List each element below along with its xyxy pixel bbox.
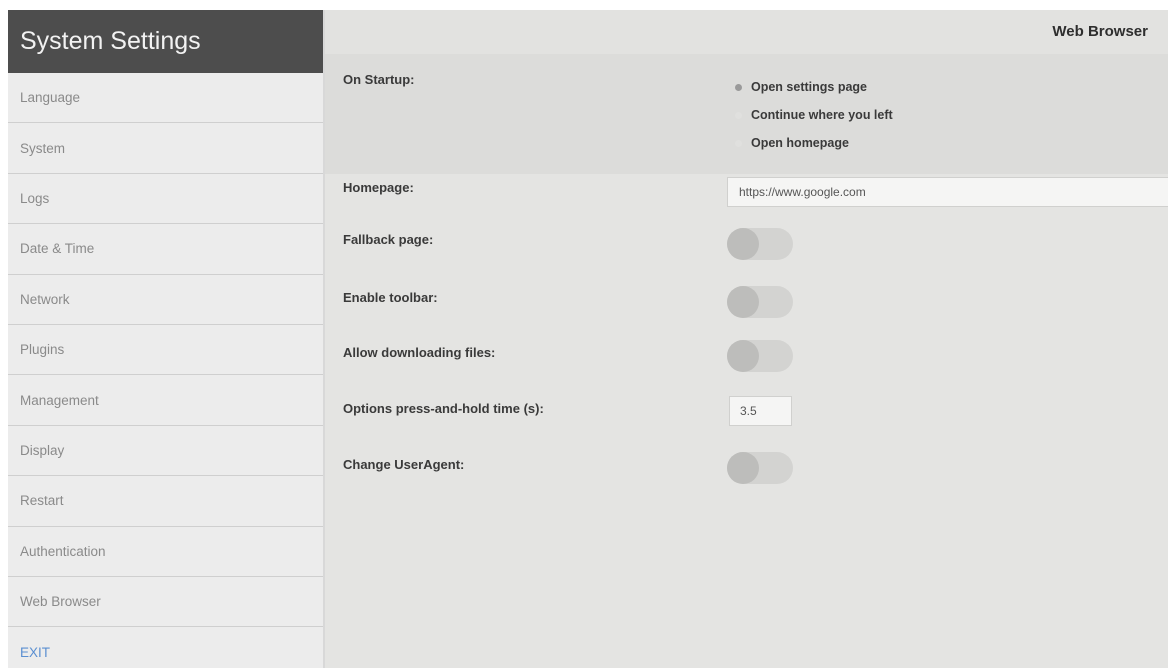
radio-label: Continue where you left [751,108,893,122]
page-title: Web Browser [1052,23,1148,40]
sidebar-item-date-time[interactable]: Date & Time [8,224,323,275]
sidebar-item-authentication[interactable]: Authentication [8,527,323,577]
radio-continue-where-left[interactable]: Continue where you left [735,101,893,129]
sidebar-item-network[interactable]: Network [8,275,323,325]
top-bar: Web Browser [325,10,1168,54]
fallback-page-label: Fallback page: [343,232,434,247]
fallback-page-toggle[interactable] [727,228,793,260]
allow-downloading-toggle[interactable] [727,340,793,372]
homepage-label: Homepage: [343,180,414,195]
radio-label: Open homepage [751,136,849,150]
sidebar-item-language[interactable]: Language [8,73,323,124]
sidebar-title: System Settings [8,10,323,73]
sidebar-item-management[interactable]: Management [8,375,323,426]
exit-button[interactable]: EXIT [8,627,323,668]
main-panel: Web Browser On Startup: Open settings pa… [325,10,1168,668]
toggle-knob [727,228,759,260]
settings-screen: System Settings Language System Logs Dat… [8,10,1168,668]
enable-toolbar-label: Enable toolbar: [343,290,438,305]
toggle-knob [727,340,759,372]
homepage-input[interactable] [727,177,1168,207]
sidebar-item-restart[interactable]: Restart [8,476,323,527]
radio-open-settings-page[interactable]: Open settings page [735,73,893,101]
radio-selected-icon [735,83,742,91]
radio-label: Open settings page [751,80,867,94]
press-hold-time-label: Options press-and-hold time (s): [343,401,544,416]
sidebar-item-system[interactable]: System [8,123,323,174]
enable-toolbar-toggle[interactable] [727,286,793,318]
sidebar-item-plugins[interactable]: Plugins [8,325,323,376]
sidebar-item-web-browser[interactable]: Web Browser [8,577,323,628]
radio-open-homepage[interactable]: Open homepage [735,129,893,157]
startup-radio-group: Open settings page Continue where you le… [735,73,893,157]
sidebar: System Settings Language System Logs Dat… [8,10,325,668]
press-hold-time-input[interactable] [729,396,792,426]
allow-downloading-label: Allow downloading files: [343,345,496,360]
change-useragent-toggle[interactable] [727,452,793,484]
sidebar-item-display[interactable]: Display [8,426,323,477]
on-startup-label: On Startup: [343,72,415,87]
change-useragent-label: Change UserAgent: [343,457,465,472]
radio-unselected-icon [735,111,742,119]
toggle-knob [727,452,759,484]
toggle-knob [727,286,759,318]
sidebar-item-logs[interactable]: Logs [8,174,323,225]
radio-unselected-icon [735,139,742,147]
